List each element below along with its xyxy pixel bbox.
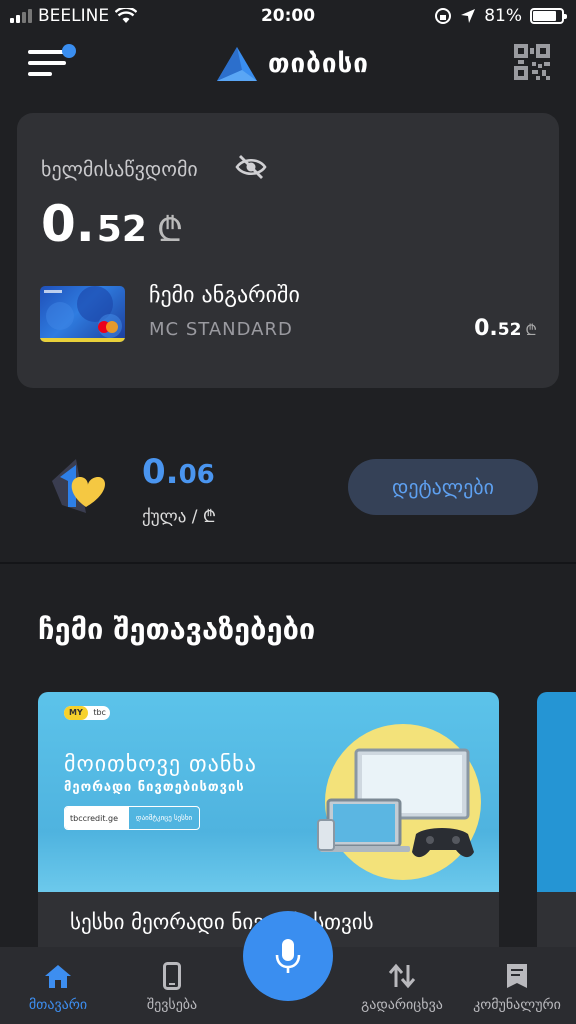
bank-card-image[interactable] [40,286,125,342]
details-button[interactable]: დეტალები [348,459,538,515]
menu-button[interactable] [28,44,76,84]
balance-decimal: 52 [96,209,147,250]
tab-home-label: მთავარი [28,997,88,1013]
account-balance-integer: 0. [474,316,498,341]
account-currency-symbol: ₾ [525,321,537,339]
offer-banner: MY tbc მოითხოვე თანხა მეორადი ნივთებისთვ… [38,692,499,892]
home-icon [45,965,71,988]
phone-icon [163,962,181,990]
banner-pill-site: tbccredit.ge [65,807,129,829]
qr-code-button[interactable] [514,44,550,80]
points-decimal: 06 [178,460,215,490]
loyalty-points-icon [52,459,106,513]
devices-illustration [317,724,481,880]
tbc-logo-icon [217,47,257,81]
tab-transfer[interactable]: გადარიცხვა [347,961,457,1013]
transfer-arrows-icon [388,963,416,989]
section-divider [0,562,576,564]
banner-pill: tbccredit.ge დაიმტკიცე სესხი [64,806,200,830]
voice-assistant-button[interactable] [243,911,333,1001]
points-value: 0. 06 [142,452,215,492]
available-balance-amount: 0. 52 ₾ [41,195,183,253]
account-balance-decimal: 52 [497,320,522,340]
my-tbc-badge: MY tbc [64,706,110,720]
account-name: ჩემი ანგარიში [149,283,300,308]
offer-card-next[interactable] [537,692,576,962]
mastercard-logo-icon [98,321,118,333]
status-bar: BEELINE 20:00 81% [0,0,576,34]
balance-integer: 0. [41,195,95,253]
currency-symbol: ₾ [156,210,184,250]
qr-code-icon [514,44,550,80]
logo-text: თიბისი [268,49,369,79]
banner-pill-cta: დაიმტკიცე სესხი [135,814,193,822]
microphone-icon [275,939,301,973]
banner-headline: მოითხოვე თანხა [64,752,257,777]
account-balance: 0. 52 ₾ [474,316,537,341]
tab-topup[interactable]: შევსება [117,961,227,1013]
app-logo: თიბისი [216,46,369,82]
offers-title: ჩემი შეთავაზებები [38,612,316,646]
card-pattern [44,286,122,338]
battery-percent: 81% [484,6,522,26]
my-badge-text: MY [64,706,88,720]
my-badge-sub: tbc [93,708,106,717]
banner-subheadline: მეორადი ნივთებისთვის [64,780,245,795]
tab-utilities-label: კომუნალური [473,997,561,1013]
tab-home[interactable]: მთავარი [3,961,113,1013]
rotation-lock-icon [435,8,452,24]
tab-utilities[interactable]: კომუნალური [462,961,572,1013]
bill-icon [507,964,527,988]
notification-dot [62,44,76,58]
app-header: თიბისი [0,38,576,94]
location-icon [461,9,476,23]
points-integer: 0. [142,452,179,492]
account-type: MC STANDARD [149,319,293,340]
status-right: 81% [434,6,567,26]
tab-transfer-label: გადარიცხვა [361,997,443,1013]
offer-caption: სესხი მეორადი ნივთებისთვის [70,910,374,934]
hide-balance-eye-icon[interactable] [235,153,267,181]
balance-card[interactable]: ხელმისაწვდომი 0. 52 ₾ ჩემი ანგარიში MC S… [17,113,559,388]
tab-topup-label: შევსება [146,997,198,1013]
battery-icon [530,8,567,24]
points-label: ქულა / ₾ [142,507,216,527]
available-balance-label: ხელმისაწვდომი [41,157,198,181]
